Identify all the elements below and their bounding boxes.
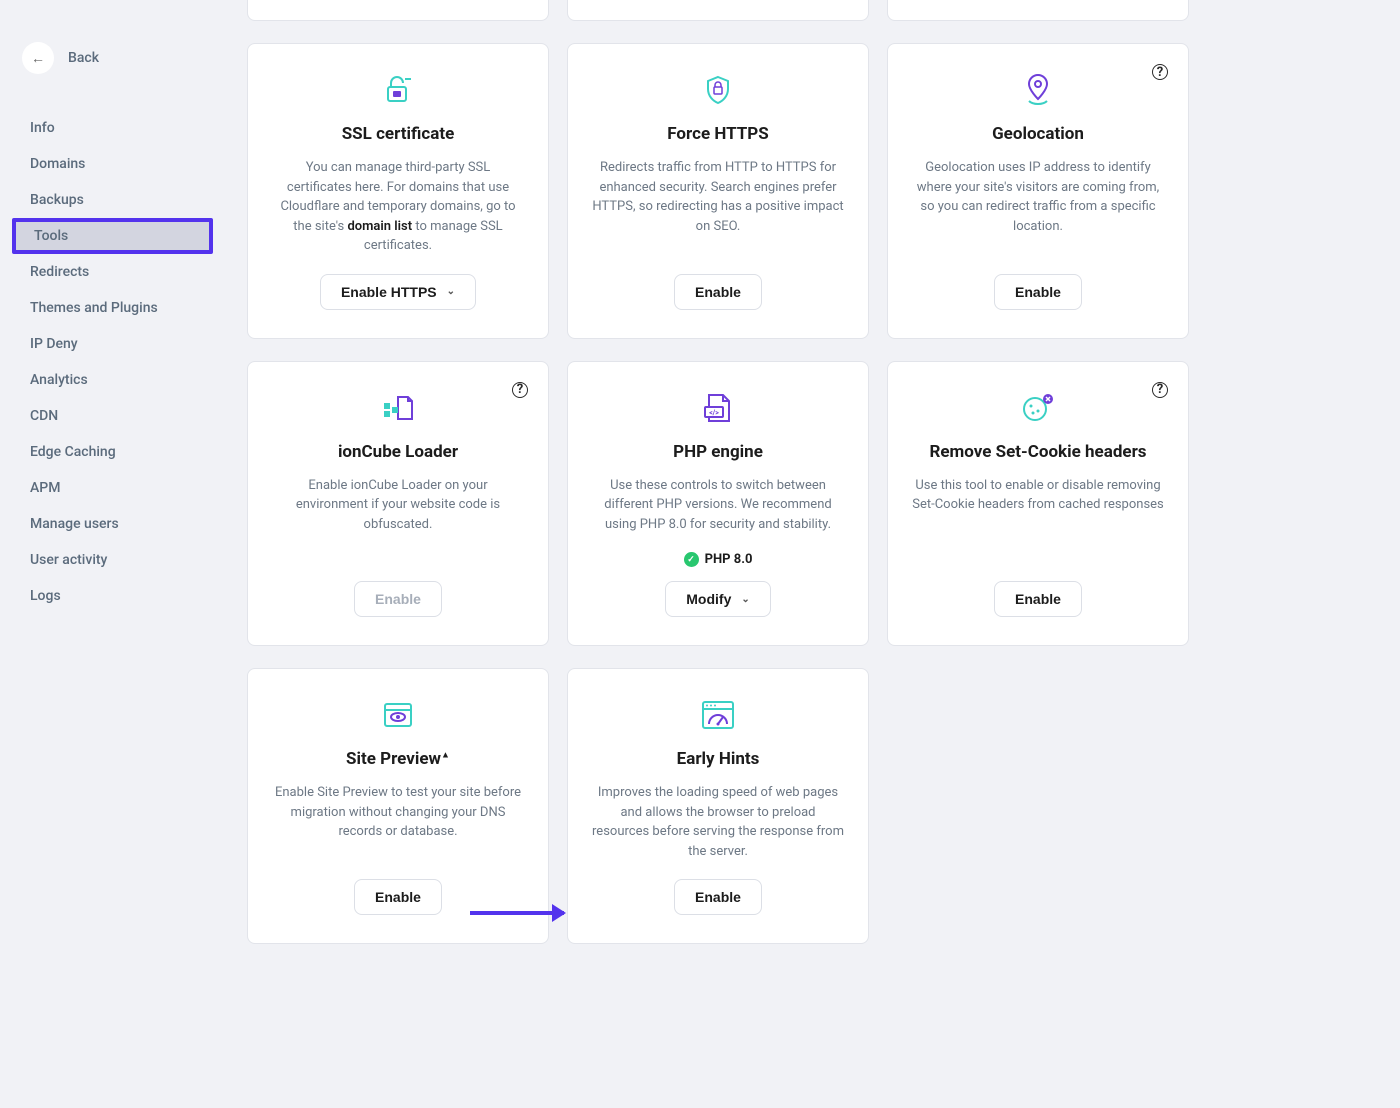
tools-grid: pain. Search and replace your website. U…	[247, 0, 1400, 944]
sidebar-item-tools[interactable]: Tools	[12, 218, 213, 254]
sidebar-item-ip-deny[interactable]: IP Deny	[0, 326, 225, 362]
sidebar-item-themes-plugins[interactable]: Themes and Plugins	[0, 290, 225, 326]
chevron-down-icon: ⌄	[447, 286, 455, 297]
check-icon: ✓	[684, 552, 699, 567]
card-title: SSL certificate	[342, 124, 455, 144]
card-site-preview: Site Preview▲ Enable Site Preview to tes…	[247, 668, 549, 944]
arrow-annotation-icon	[470, 911, 564, 915]
cube-file-icon	[378, 388, 418, 428]
sidebar-item-cdn[interactable]: CDN	[0, 398, 225, 434]
arrow-left-icon: ←	[22, 42, 54, 74]
back-button[interactable]: ← Back	[0, 42, 99, 74]
card-ioncube: ? ionCube Loader Enable ionCube Loader o…	[247, 361, 549, 647]
enable-https-button[interactable]: Enable HTTPS ⌄	[320, 274, 476, 310]
sidebar: ← Back Info Domains Backups Tools Redire…	[0, 0, 225, 1108]
card-desc: Improves the loading speed of web pages …	[592, 783, 844, 861]
enable-button[interactable]: Enable	[354, 879, 442, 915]
enable-button: Enable	[354, 581, 442, 617]
card-desc: Geolocation uses IP address to identify …	[912, 158, 1164, 236]
card-desc: Use this tool to enable or disable remov…	[912, 476, 1164, 515]
sidebar-item-redirects[interactable]: Redirects	[0, 254, 225, 290]
card-force-https: Force HTTPS Redirects traffic from HTTP …	[567, 43, 869, 339]
card-early-hints: Early Hints Improves the loading speed o…	[567, 668, 869, 944]
card-monitoring: your website. Use with care as it impact…	[567, 0, 869, 21]
card-desc: You can manage third-party SSL certifica…	[272, 158, 524, 256]
sidebar-item-apm[interactable]: APM	[0, 470, 225, 506]
card-php: </> PHP engine Use these controls to swi…	[567, 361, 869, 647]
help-icon[interactable]: ?	[1152, 64, 1168, 80]
sidebar-item-info[interactable]: Info	[0, 110, 225, 146]
lock-icon	[378, 70, 418, 110]
card-title: PHP engine	[673, 442, 763, 462]
location-pin-icon	[1018, 70, 1058, 110]
eye-browser-icon	[378, 695, 418, 735]
sidebar-nav: Info Domains Backups Tools Redirects The…	[0, 110, 225, 614]
sidebar-item-manage-users[interactable]: Manage users	[0, 506, 225, 542]
card-cookie: ? Remove Set-Cookie headers Use this too…	[887, 361, 1189, 647]
card-title: Remove Set-Cookie headers	[929, 442, 1146, 462]
card-desc: Enable Site Preview to test your site be…	[272, 783, 524, 842]
svg-text:</>: </>	[709, 409, 719, 417]
sidebar-item-backups[interactable]: Backups	[0, 182, 225, 218]
card-title: Early Hints	[677, 749, 760, 769]
cookie-icon	[1018, 388, 1058, 428]
sidebar-item-logs[interactable]: Logs	[0, 578, 225, 614]
domain-list-link[interactable]: domain list	[347, 219, 412, 234]
card-search-replace: pain. Search and replace	[247, 0, 549, 21]
speedometer-browser-icon	[698, 695, 738, 735]
help-icon[interactable]: ?	[512, 382, 528, 398]
card-title: Geolocation	[992, 124, 1084, 144]
enable-button[interactable]: Enable	[674, 274, 762, 310]
enable-button[interactable]: Enable	[994, 581, 1082, 617]
sidebar-item-analytics[interactable]: Analytics	[0, 362, 225, 398]
sidebar-item-edge-caching[interactable]: Edge Caching	[0, 434, 225, 470]
card-ssl: SSL certificate You can manage third-par…	[247, 43, 549, 339]
card-title: ionCube Loader	[338, 442, 458, 462]
card-desc: Enable ionCube Loader on your environmen…	[272, 476, 524, 535]
card-partial-3: Enable	[887, 0, 1189, 21]
php-status: ✓ PHP 8.0	[684, 552, 753, 567]
superscript-icon: ▲	[441, 750, 450, 760]
enable-button[interactable]: Enable	[994, 274, 1082, 310]
main-content: pain. Search and replace your website. U…	[225, 0, 1400, 1108]
help-icon[interactable]: ?	[1152, 382, 1168, 398]
card-geolocation: ? Geolocation Geolocation uses IP addres…	[887, 43, 1189, 339]
chevron-down-icon: ⌄	[741, 594, 749, 605]
shield-lock-icon	[698, 70, 738, 110]
modify-button[interactable]: Modify ⌄	[665, 581, 771, 617]
card-title: Site Preview▲	[346, 749, 450, 769]
sidebar-item-user-activity[interactable]: User activity	[0, 542, 225, 578]
back-label: Back	[68, 50, 99, 66]
card-desc: Use these controls to switch between dif…	[592, 476, 844, 535]
code-file-icon: </>	[698, 388, 738, 428]
enable-button[interactable]: Enable	[674, 879, 762, 915]
card-desc: Redirects traffic from HTTP to HTTPS for…	[592, 158, 844, 236]
sidebar-item-domains[interactable]: Domains	[0, 146, 225, 182]
card-title: Force HTTPS	[667, 124, 768, 144]
